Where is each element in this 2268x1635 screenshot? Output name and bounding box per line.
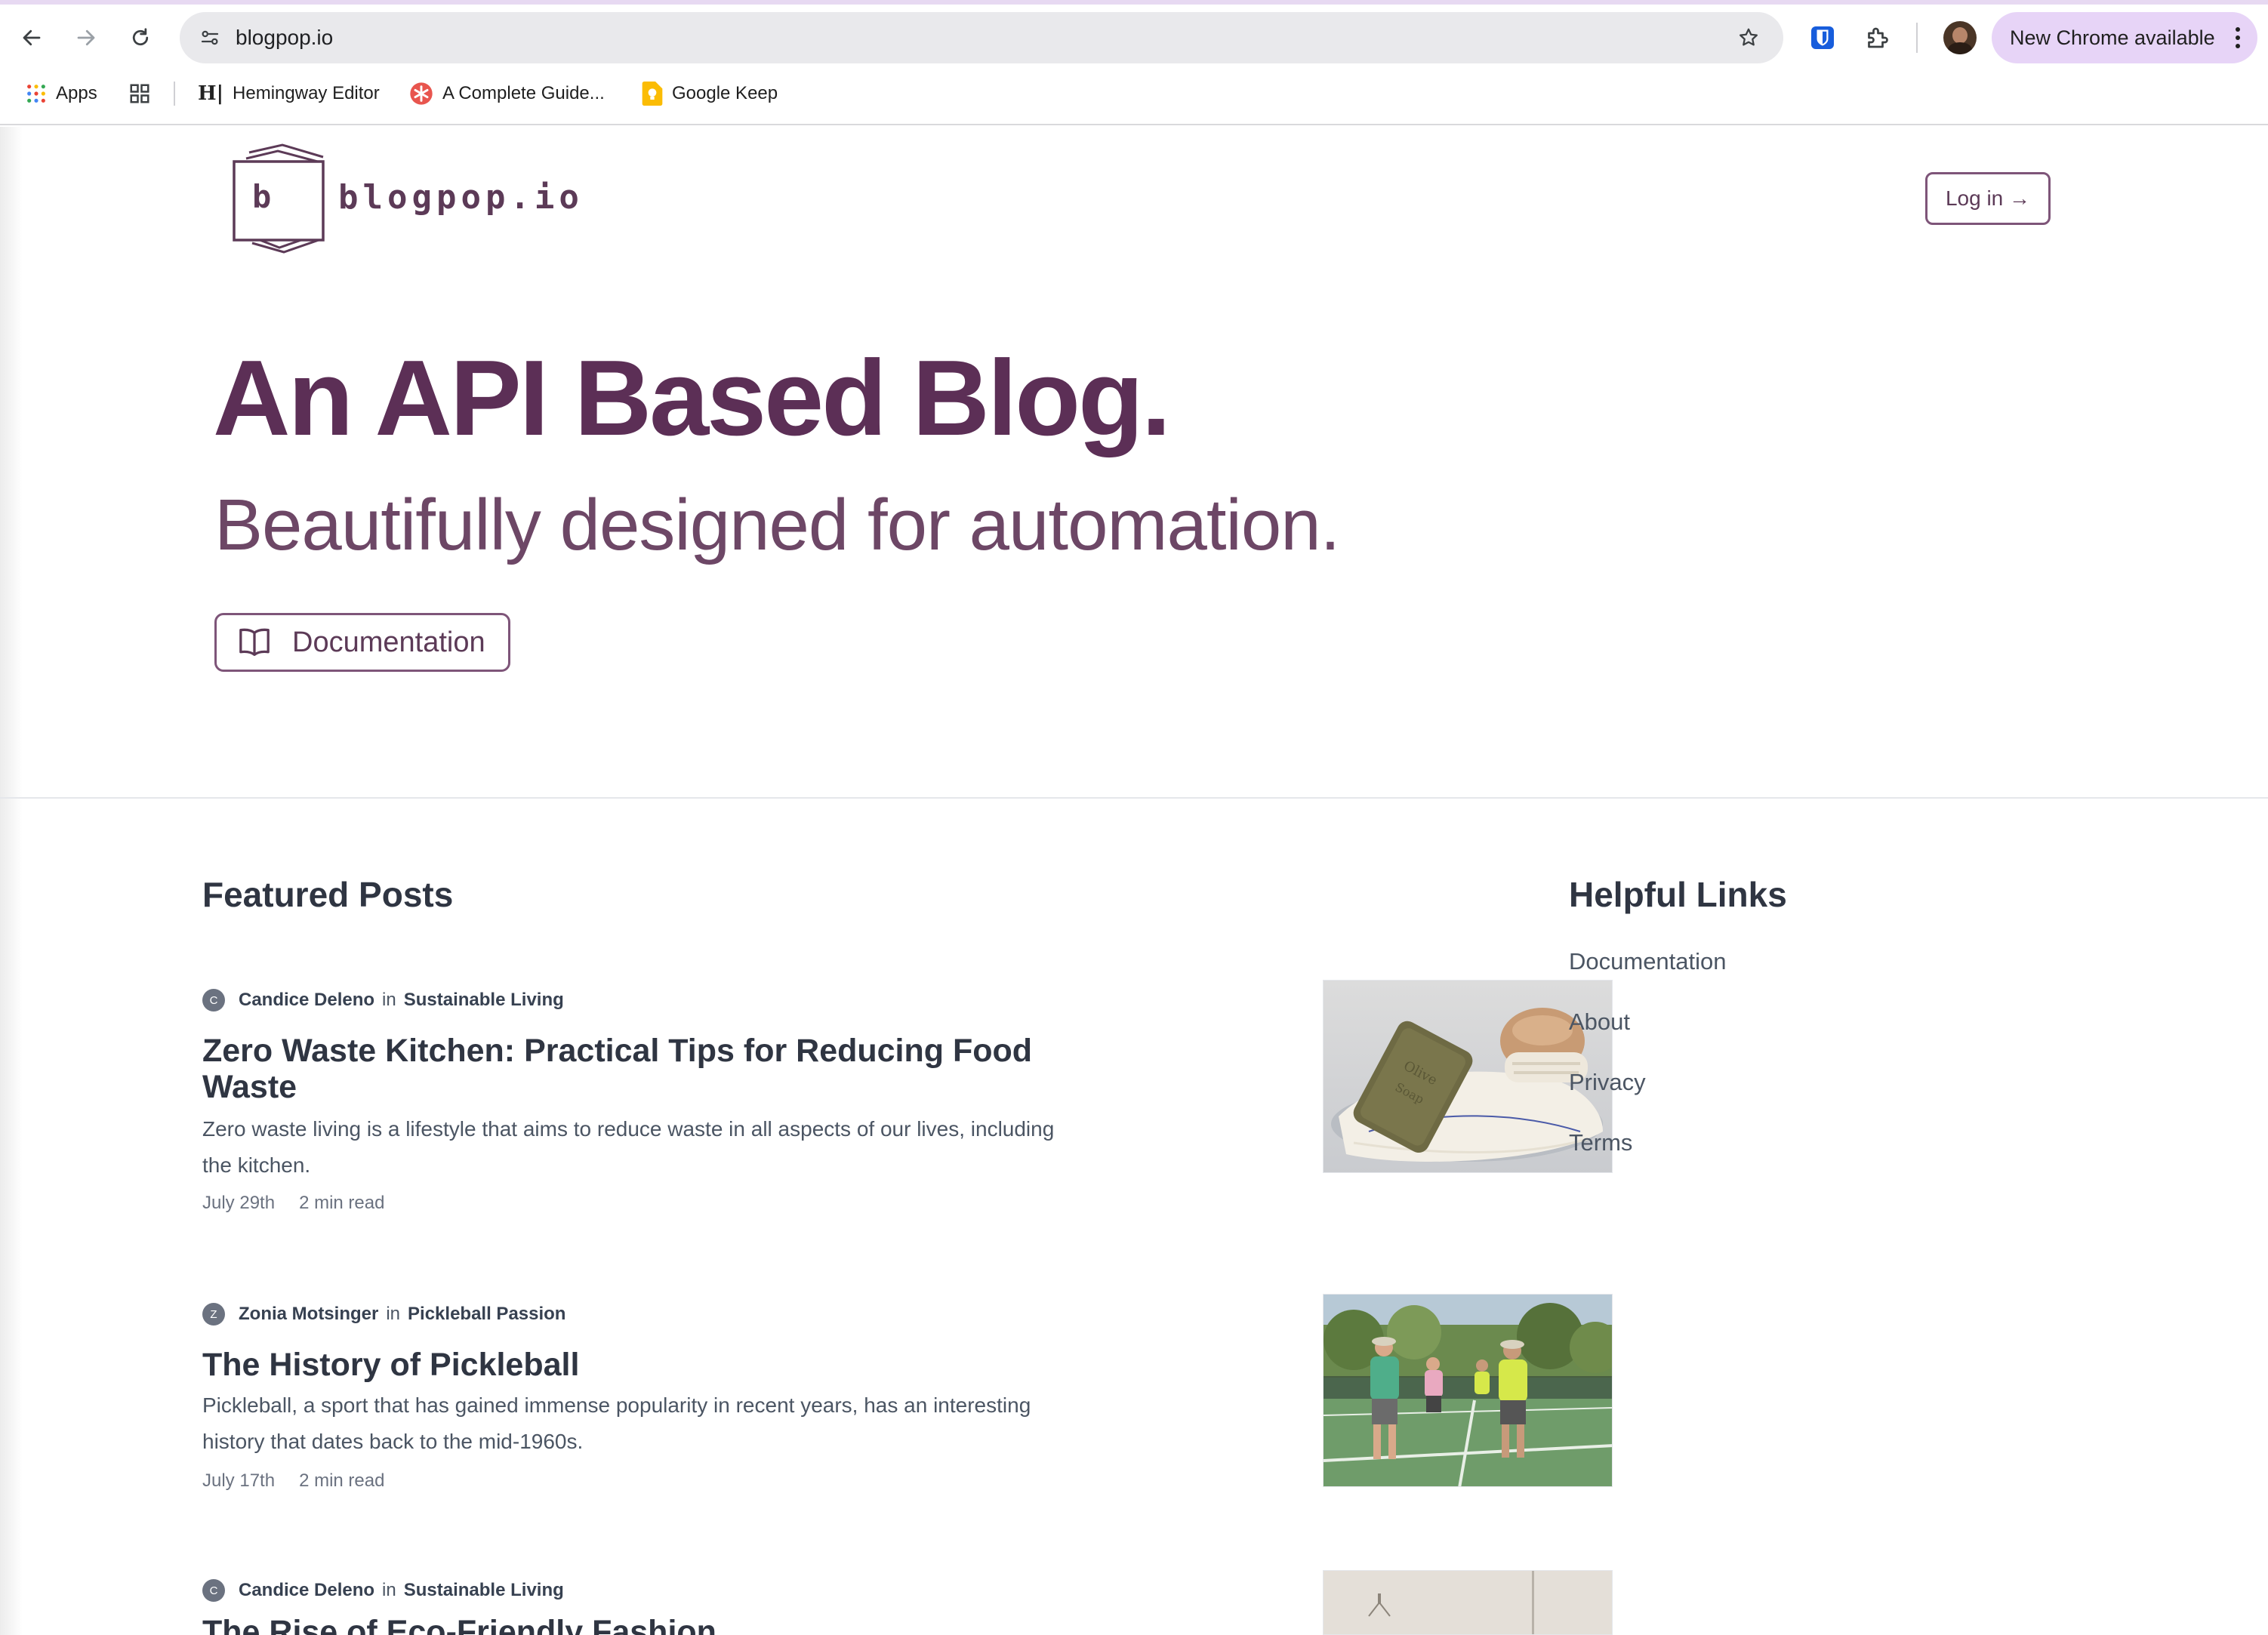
documentation-button[interactable]: Documentation <box>214 613 510 672</box>
hemingway-icon: H| <box>198 82 224 105</box>
reload-icon <box>132 28 149 46</box>
bookmark-label: Apps <box>56 83 97 103</box>
helpful-links-heading: Helpful Links <box>1569 875 1787 914</box>
post-meta: C Candice Deleno in Sustainable Living <box>202 1579 564 1602</box>
asterisk-icon <box>410 82 433 105</box>
address-bar[interactable]: blogpop.io <box>180 12 1783 63</box>
update-label: New Chrome available <box>2010 26 2215 49</box>
open-book-icon <box>239 628 270 656</box>
forward-arrow-icon <box>77 29 95 46</box>
bookmark-hemingway[interactable]: H| Hemingway Editor <box>198 79 380 109</box>
in-label: in <box>382 990 396 1010</box>
forward-button[interactable] <box>65 17 107 59</box>
post-card[interactable]: C Candice Deleno in Sustainable Living T… <box>202 1569 1613 1635</box>
author-name[interactable]: Candice Deleno <box>239 1580 374 1601</box>
post-date: July 17th <box>202 1470 276 1491</box>
bookmark-star-icon[interactable] <box>1732 21 1765 54</box>
post-meta: C Candice Deleno in Sustainable Living <box>202 989 564 1011</box>
section-divider <box>0 797 2268 799</box>
logo-letter: b <box>252 178 272 215</box>
apps-grid-icon <box>27 85 45 103</box>
author-name[interactable]: Candice Deleno <box>239 990 374 1011</box>
in-label: in <box>382 1580 396 1600</box>
bookmark-separator <box>174 82 175 106</box>
post-title[interactable]: The Rise of Eco-Friendly Fashion <box>202 1614 1078 1635</box>
site-info-icon[interactable] <box>195 23 225 53</box>
post-card[interactable]: C Candice Deleno in Sustainable Living Z… <box>202 978 1613 1227</box>
bookmarks-bar: Apps H| Hemingway Editor A Complete Guid… <box>0 75 2268 112</box>
author-avatar: C <box>202 1579 225 1602</box>
featured-posts-heading: Featured Posts <box>202 875 454 914</box>
post-excerpt: Pickleball, a sport that has gained imme… <box>202 1393 1031 1453</box>
clothing-rack-photo <box>1324 1571 1612 1634</box>
post-title[interactable]: Zero Waste Kitchen: Practical Tips for R… <box>202 1033 1078 1105</box>
link-about[interactable]: About <box>1569 1008 1630 1036</box>
documentation-button-label: Documentation <box>292 626 485 658</box>
back-arrow-icon <box>23 29 41 46</box>
bookmark-label: Hemingway Editor <box>233 83 380 103</box>
page-edge-shadow <box>0 127 23 1635</box>
site-name[interactable]: blogpop.io <box>338 178 584 217</box>
reload-button[interactable] <box>119 17 162 59</box>
back-button[interactable] <box>11 17 53 59</box>
post-thumbnail[interactable] <box>1323 1570 1613 1635</box>
post-meta: Z Zonia Motsinger in Pickleball Passion <box>202 1303 565 1326</box>
hero-subtitle: Beautifully designed for automation. <box>214 485 1340 565</box>
post-excerpt: Zero waste living is a lifestyle that ai… <box>202 1117 1055 1177</box>
profile-avatar[interactable] <box>1943 21 1977 54</box>
kebab-menu-icon[interactable] <box>2233 24 2242 51</box>
link-terms[interactable]: Terms <box>1569 1129 1632 1156</box>
post-date-row: July 17th 2 min read <box>202 1470 384 1492</box>
category-name[interactable]: Pickleball Passion <box>408 1304 565 1325</box>
author-avatar: Z <box>202 1303 225 1326</box>
post-title-clip: The Rise of Eco-Friendly Fashion <box>202 1614 1108 1635</box>
login-button[interactable]: Log in → <box>1925 172 2051 225</box>
extensions-puzzle-icon[interactable] <box>1854 15 1900 60</box>
browser-toolbar: blogpop.io New Chrome available Apps H| … <box>0 0 2268 125</box>
window-accent-bar <box>0 0 2268 5</box>
post-title[interactable]: The History of Pickleball <box>202 1347 1078 1383</box>
bookmark-google-keep[interactable]: Google Keep <box>642 79 778 109</box>
bookmark-grid[interactable] <box>128 79 151 109</box>
stacked-pages-logo-icon <box>233 143 325 254</box>
post-card[interactable]: Z Zonia Motsinger in Pickleball Passion … <box>202 1292 1613 1519</box>
new-chrome-available-button[interactable]: New Chrome available <box>1992 12 2257 63</box>
in-label: in <box>386 1304 401 1324</box>
post-date: July 29th <box>202 1193 276 1213</box>
post-date-row: July 29th 2 min read <box>202 1193 384 1214</box>
grid-icon <box>130 84 149 103</box>
keep-icon <box>642 82 663 106</box>
author-name[interactable]: Zonia Motsinger <box>239 1304 378 1325</box>
hero-title: An API Based Blog. <box>213 338 1171 458</box>
url-text[interactable]: blogpop.io <box>236 24 333 51</box>
bookmark-complete-guide[interactable]: A Complete Guide... <box>409 79 605 109</box>
link-privacy[interactable]: Privacy <box>1569 1069 1646 1096</box>
bitwarden-extension-icon[interactable] <box>1800 15 1845 60</box>
post-thumbnail[interactable] <box>1323 1294 1613 1487</box>
login-label: Log in → <box>1945 186 2031 210</box>
category-name[interactable]: Sustainable Living <box>404 990 564 1011</box>
toolbar-separator <box>1916 23 1918 53</box>
link-documentation[interactable]: Documentation <box>1569 948 1727 975</box>
bookmark-apps[interactable]: Apps <box>26 79 97 109</box>
bookmark-label: A Complete Guide... <box>442 83 605 103</box>
post-read-time: 2 min read <box>299 1193 385 1213</box>
pickleball-players-photo <box>1324 1295 1612 1486</box>
bookmark-label: Google Keep <box>672 83 778 103</box>
site-logo[interactable]: b <box>230 142 335 255</box>
category-name[interactable]: Sustainable Living <box>404 1580 564 1601</box>
post-read-time: 2 min read <box>299 1470 385 1491</box>
author-avatar: C <box>202 989 225 1011</box>
